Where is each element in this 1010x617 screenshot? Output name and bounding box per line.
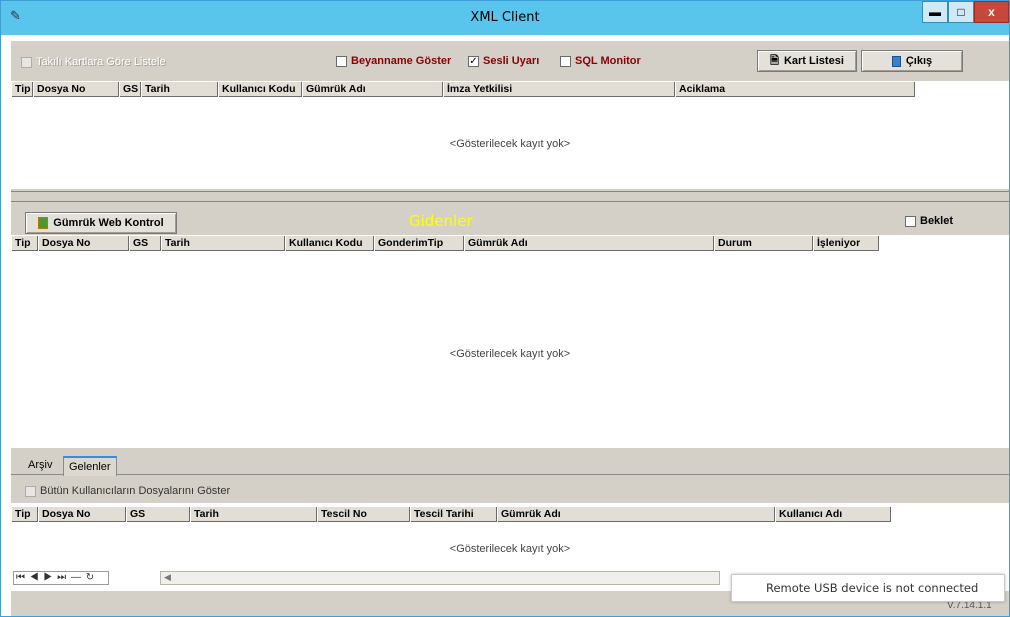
grid-header: Tip Dosya No GS Tarih Tescil No Tescil T… bbox=[11, 506, 891, 522]
checkbox-check-icon: ✓ bbox=[468, 55, 479, 67]
column-header[interactable]: GS bbox=[126, 507, 190, 522]
tab-arsiv[interactable]: Arşiv bbox=[23, 456, 57, 474]
tab-gelenler[interactable]: Gelenler bbox=[63, 456, 117, 476]
takili-kartlar-checkbox[interactable]: Takılı Kartlara Göre Listele bbox=[21, 56, 166, 68]
column-header[interactable]: Gümrük Adı bbox=[464, 236, 714, 251]
column-header[interactable]: Kullanıcı Adı bbox=[775, 507, 891, 522]
column-header[interactable]: Durum bbox=[714, 236, 813, 251]
outgoing-toolbar: Gümrük Web Kontrol Gidenler Beklet bbox=[11, 202, 1009, 235]
empty-grid-message: <Gösterilecek kayıt yok> bbox=[449, 138, 571, 150]
column-header[interactable]: Tip bbox=[11, 507, 38, 522]
column-header[interactable]: Tescil No bbox=[317, 507, 410, 522]
top-toolbar: Takılı Kartlara Göre Listele Beyanname G… bbox=[11, 41, 1009, 81]
record-navigator[interactable]: ⏮ ◀ ▶ ⏭ — ↻ bbox=[13, 571, 109, 585]
column-header[interactable]: GonderimTip bbox=[374, 236, 464, 251]
usb-notification[interactable]: Remote USB device is not connected bbox=[731, 574, 1005, 602]
splitter[interactable] bbox=[11, 192, 1009, 202]
beyanname-goster-label: Beyanname Göster bbox=[351, 55, 452, 67]
checkbox-box bbox=[21, 56, 32, 68]
door-exit-icon bbox=[891, 55, 901, 67]
column-header[interactable]: Tarih bbox=[161, 236, 285, 251]
cikis-button[interactable]: Çıkış bbox=[861, 50, 963, 72]
app-window: ✎ XML Client ▬ □ x Takılı Kartlara Göre … bbox=[0, 0, 1010, 617]
gidenler-grid: Tip Dosya No GS Tarih Kullanıcı Kodu Gon… bbox=[11, 235, 1009, 448]
beyanname-grid: Tip Dosya No GS Tarih Kullanıcı Kodu Güm… bbox=[11, 81, 1009, 187]
column-header[interactable]: Aciklama bbox=[675, 82, 915, 97]
maximize-button[interactable]: □ bbox=[948, 1, 974, 23]
column-header[interactable]: Gümrük Adı bbox=[497, 507, 775, 522]
kart-listesi-button[interactable]: 🗎 Kart Listesi bbox=[757, 50, 857, 72]
takili-kartlar-label: Takılı Kartlara Göre Listele bbox=[36, 56, 166, 68]
gumruk-web-kontrol-button[interactable]: Gümrük Web Kontrol bbox=[25, 212, 177, 234]
empty-grid-message: <Gösterilecek kayıt yok> bbox=[449, 348, 571, 360]
column-header[interactable]: Tip bbox=[11, 236, 38, 251]
beklet-label: Beklet bbox=[920, 215, 954, 227]
show-all-users-checkbox[interactable]: Bütün Kullanıcıların Dosyalarını Göster bbox=[25, 485, 230, 497]
gumruk-web-kontrol-label: Gümrük Web Kontrol bbox=[53, 217, 164, 229]
cikis-label: Çıkış bbox=[905, 55, 933, 67]
column-header[interactable]: İşleniyor bbox=[813, 236, 879, 251]
show-all-users-label: Bütün Kullanıcıların Dosyalarını Göster bbox=[40, 485, 231, 497]
tab-divider bbox=[11, 474, 1009, 475]
sesli-uyari-checkbox[interactable]: ✓ Sesli Uyarı bbox=[468, 55, 539, 67]
grid-header: Tip Dosya No GS Tarih Kullanıcı Kodu Gon… bbox=[11, 235, 879, 251]
column-header[interactable]: Tarih bbox=[141, 82, 218, 97]
sql-monitor-label: SQL Monitor bbox=[575, 55, 641, 67]
document-icon: 🗎 bbox=[770, 54, 779, 67]
beyanname-goster-checkbox[interactable]: Beyanname Göster bbox=[336, 55, 451, 67]
column-header[interactable]: Kullanıcı Kodu bbox=[218, 82, 302, 97]
column-header[interactable]: Tip bbox=[11, 82, 33, 97]
title-bar: ✎ XML Client ▬ □ x bbox=[1, 1, 1009, 35]
web-control-icon bbox=[38, 217, 49, 229]
empty-grid-message: <Gösterilecek kayıt yok> bbox=[449, 543, 571, 555]
column-header[interactable]: GS bbox=[129, 236, 161, 251]
sql-monitor-checkbox[interactable]: SQL Monitor bbox=[560, 55, 641, 67]
column-header[interactable]: Kullanıcı Kodu bbox=[285, 236, 374, 251]
gidenler-title: Gidenler bbox=[409, 212, 473, 230]
kart-listesi-label: Kart Listesi bbox=[783, 55, 844, 67]
checkbox-box bbox=[336, 55, 347, 67]
column-header[interactable]: Dosya No bbox=[38, 236, 129, 251]
grid-header: Tip Dosya No GS Tarih Kullanıcı Kodu Güm… bbox=[11, 81, 915, 97]
checkbox-box bbox=[25, 485, 36, 497]
horizontal-scrollbar[interactable]: ◀ bbox=[160, 571, 720, 585]
beklet-checkbox[interactable]: Beklet bbox=[905, 215, 953, 227]
column-header[interactable]: İmza Yetkilisi bbox=[443, 82, 675, 97]
checkbox-box bbox=[905, 215, 916, 227]
window-title: XML Client bbox=[470, 10, 540, 25]
column-header[interactable]: Gümrük Adı bbox=[302, 82, 443, 97]
column-header[interactable]: Tarih bbox=[190, 507, 317, 522]
sesli-uyari-label: Sesli Uyarı bbox=[483, 55, 540, 67]
close-button[interactable]: x bbox=[974, 1, 1009, 23]
column-header[interactable]: Dosya No bbox=[38, 507, 126, 522]
column-header[interactable]: GS bbox=[119, 82, 141, 97]
scroll-left-arrow-icon[interactable]: ◀ bbox=[164, 572, 171, 583]
minimize-button[interactable]: ▬ bbox=[922, 1, 948, 23]
column-header[interactable]: Dosya No bbox=[33, 82, 119, 97]
column-header[interactable]: Tescil Tarihi bbox=[410, 507, 497, 522]
checkbox-box bbox=[560, 55, 571, 67]
